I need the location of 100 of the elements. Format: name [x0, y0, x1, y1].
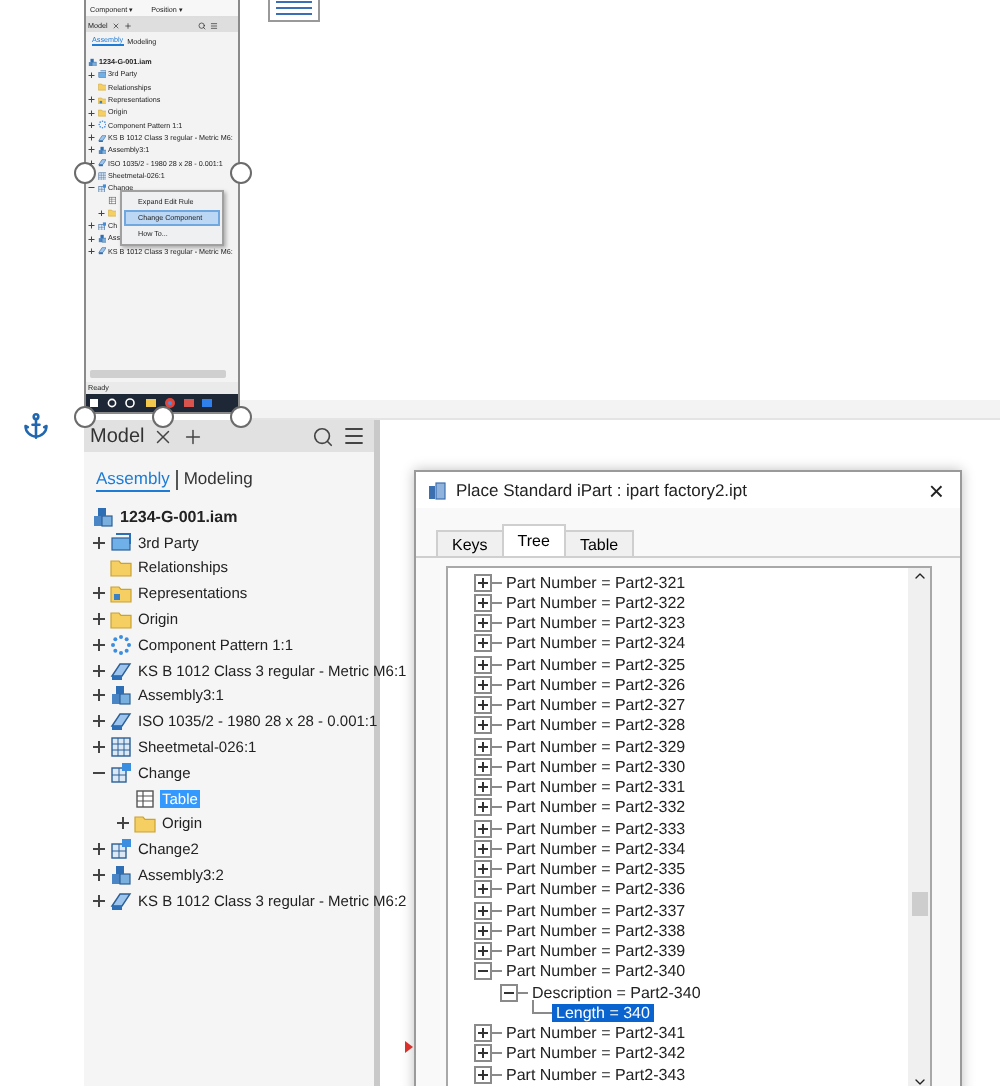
box-icon	[110, 531, 132, 554]
blocks-icon	[110, 864, 132, 887]
scroll-down-icon[interactable]	[911, 1074, 927, 1086]
add-tab-icon[interactable]	[182, 425, 205, 447]
tree-item[interactable]: Description = Part2-340	[528, 983, 705, 1002]
part-icon	[110, 710, 132, 733]
part-icon	[110, 659, 132, 682]
tree-item[interactable]: Part Number = Part2-330	[502, 757, 690, 776]
scroll-up-icon[interactable]	[911, 568, 927, 584]
tree-item[interactable]: Part Number = Part2-324	[502, 634, 690, 653]
part-icon	[97, 158, 106, 168]
close-button[interactable]: ×	[924, 475, 948, 505]
minus-icon[interactable]	[500, 983, 518, 1002]
plus-icon[interactable]	[474, 880, 492, 899]
plus-icon[interactable]	[474, 1044, 492, 1063]
sheet-icon	[110, 736, 132, 759]
plus-icon[interactable]	[92, 688, 106, 703]
tab[interactable]: Table	[563, 530, 635, 556]
plus-icon[interactable]	[92, 740, 106, 755]
tree-item[interactable]: 1234-G-001.iam	[92, 505, 240, 528]
tree-item[interactable]: Part Number = Part2-326	[502, 675, 690, 694]
plus-icon[interactable]	[474, 819, 492, 838]
folder-icon	[110, 582, 132, 605]
tree-item[interactable]: Part Number = Part2-333	[502, 819, 690, 838]
plus-icon[interactable]	[474, 634, 492, 653]
plus-icon[interactable]	[474, 942, 492, 961]
plus-icon[interactable]	[92, 535, 106, 550]
plus-icon[interactable]	[474, 1024, 492, 1043]
plus-icon[interactable]	[474, 798, 492, 817]
plus-icon[interactable]	[474, 778, 492, 797]
tab-label[interactable]: Model	[90, 425, 145, 447]
mode-tab[interactable]: Modeling	[183, 468, 253, 492]
plus-icon[interactable]	[474, 839, 492, 858]
tree-item[interactable]: Part Number = Part2-338	[502, 921, 690, 940]
table-icon	[134, 787, 156, 810]
tree-item[interactable]: Part Number = Part2-322	[502, 593, 690, 612]
plus-icon[interactable]	[474, 593, 492, 612]
plus-icon[interactable]	[474, 921, 492, 940]
tree-item[interactable]: Part Number = Part2-323	[502, 614, 690, 633]
plus-icon[interactable]	[474, 1065, 492, 1084]
plus-icon[interactable]	[474, 675, 492, 694]
blocks-icon	[97, 234, 106, 244]
box-icon	[97, 70, 106, 80]
folder-icon	[97, 95, 106, 105]
folder-icon	[107, 208, 116, 218]
plus-icon[interactable]	[474, 860, 492, 879]
resize-handle[interactable]	[230, 162, 252, 184]
scroll-thumb[interactable]	[911, 892, 927, 916]
lines-icon[interactable]	[268, 0, 320, 22]
anchor-icon[interactable]	[22, 412, 50, 440]
tree-item[interactable]: Part Number = Part2-328	[502, 716, 690, 735]
tree-item[interactable]: Part Number = Part2-332	[502, 798, 690, 817]
plus-icon[interactable]	[474, 901, 492, 920]
window-title: Place Standard iPart : ipart factory2.ipt	[456, 480, 750, 500]
plus-icon[interactable]	[474, 757, 492, 776]
tree-item[interactable]: Part Number = Part2-329	[502, 737, 690, 756]
tree-item[interactable]: Part Number = Part2-336	[502, 880, 690, 899]
tree-item[interactable]: Part Number = Part2-325	[502, 655, 690, 674]
plus-icon[interactable]	[116, 816, 130, 831]
part-icon	[110, 889, 132, 912]
tree-item[interactable]: Part Number = Part2-335	[502, 860, 690, 879]
plus-icon[interactable]	[92, 586, 106, 601]
tree-item[interactable]: Part Number = Part2-321	[502, 573, 690, 592]
tree-item[interactable]: Part Number = Part2-334	[502, 839, 690, 858]
plus-icon[interactable]	[474, 573, 492, 592]
plus-icon[interactable]	[92, 714, 106, 729]
plus-icon[interactable]	[474, 655, 492, 674]
resize-handle[interactable]	[74, 162, 96, 184]
tab[interactable]: Tree	[501, 524, 566, 556]
scrollbar[interactable]	[908, 568, 930, 1086]
tree-item[interactable]: Part Number = Part2-340	[502, 962, 690, 981]
plus-icon[interactable]	[474, 696, 492, 715]
plus-icon[interactable]	[92, 663, 106, 678]
plus-icon[interactable]	[92, 612, 106, 627]
plus-icon[interactable]	[92, 893, 106, 908]
tree-item[interactable]: Part Number = Part2-342	[502, 1044, 690, 1063]
plus-icon[interactable]	[474, 737, 492, 756]
tree-item[interactable]: Part Number = Part2-341	[502, 1024, 690, 1043]
mode-tab[interactable]: Assembly	[96, 468, 170, 492]
plus-icon[interactable]	[92, 868, 106, 883]
tree-item[interactable]: Part Number = Part2-331	[502, 778, 690, 797]
plus-icon[interactable]	[92, 842, 106, 857]
tab[interactable]: Keys	[436, 530, 504, 556]
tree-item[interactable]: Part Number = Part2-343	[502, 1065, 690, 1084]
minus-icon[interactable]	[474, 962, 492, 981]
tree-item[interactable]: Part Number = Part2-339	[502, 942, 690, 961]
menu-icon[interactable]	[342, 424, 366, 448]
search-icon[interactable]	[312, 425, 334, 447]
grid-icon	[97, 221, 106, 231]
plus-icon[interactable]	[474, 614, 492, 633]
plus-icon[interactable]	[92, 637, 106, 652]
folder-icon	[110, 556, 132, 579]
tree-item[interactable]: Length = 340	[552, 1003, 654, 1022]
plus-icon[interactable]	[474, 716, 492, 735]
blocks-icon	[92, 505, 114, 528]
tree-item[interactable]: Part Number = Part2-327	[502, 696, 690, 715]
grid-icon	[97, 183, 106, 193]
resize-handle[interactable]	[74, 406, 96, 428]
tree-item[interactable]: Part Number = Part2-337	[502, 901, 690, 920]
close-icon[interactable]	[152, 425, 175, 447]
